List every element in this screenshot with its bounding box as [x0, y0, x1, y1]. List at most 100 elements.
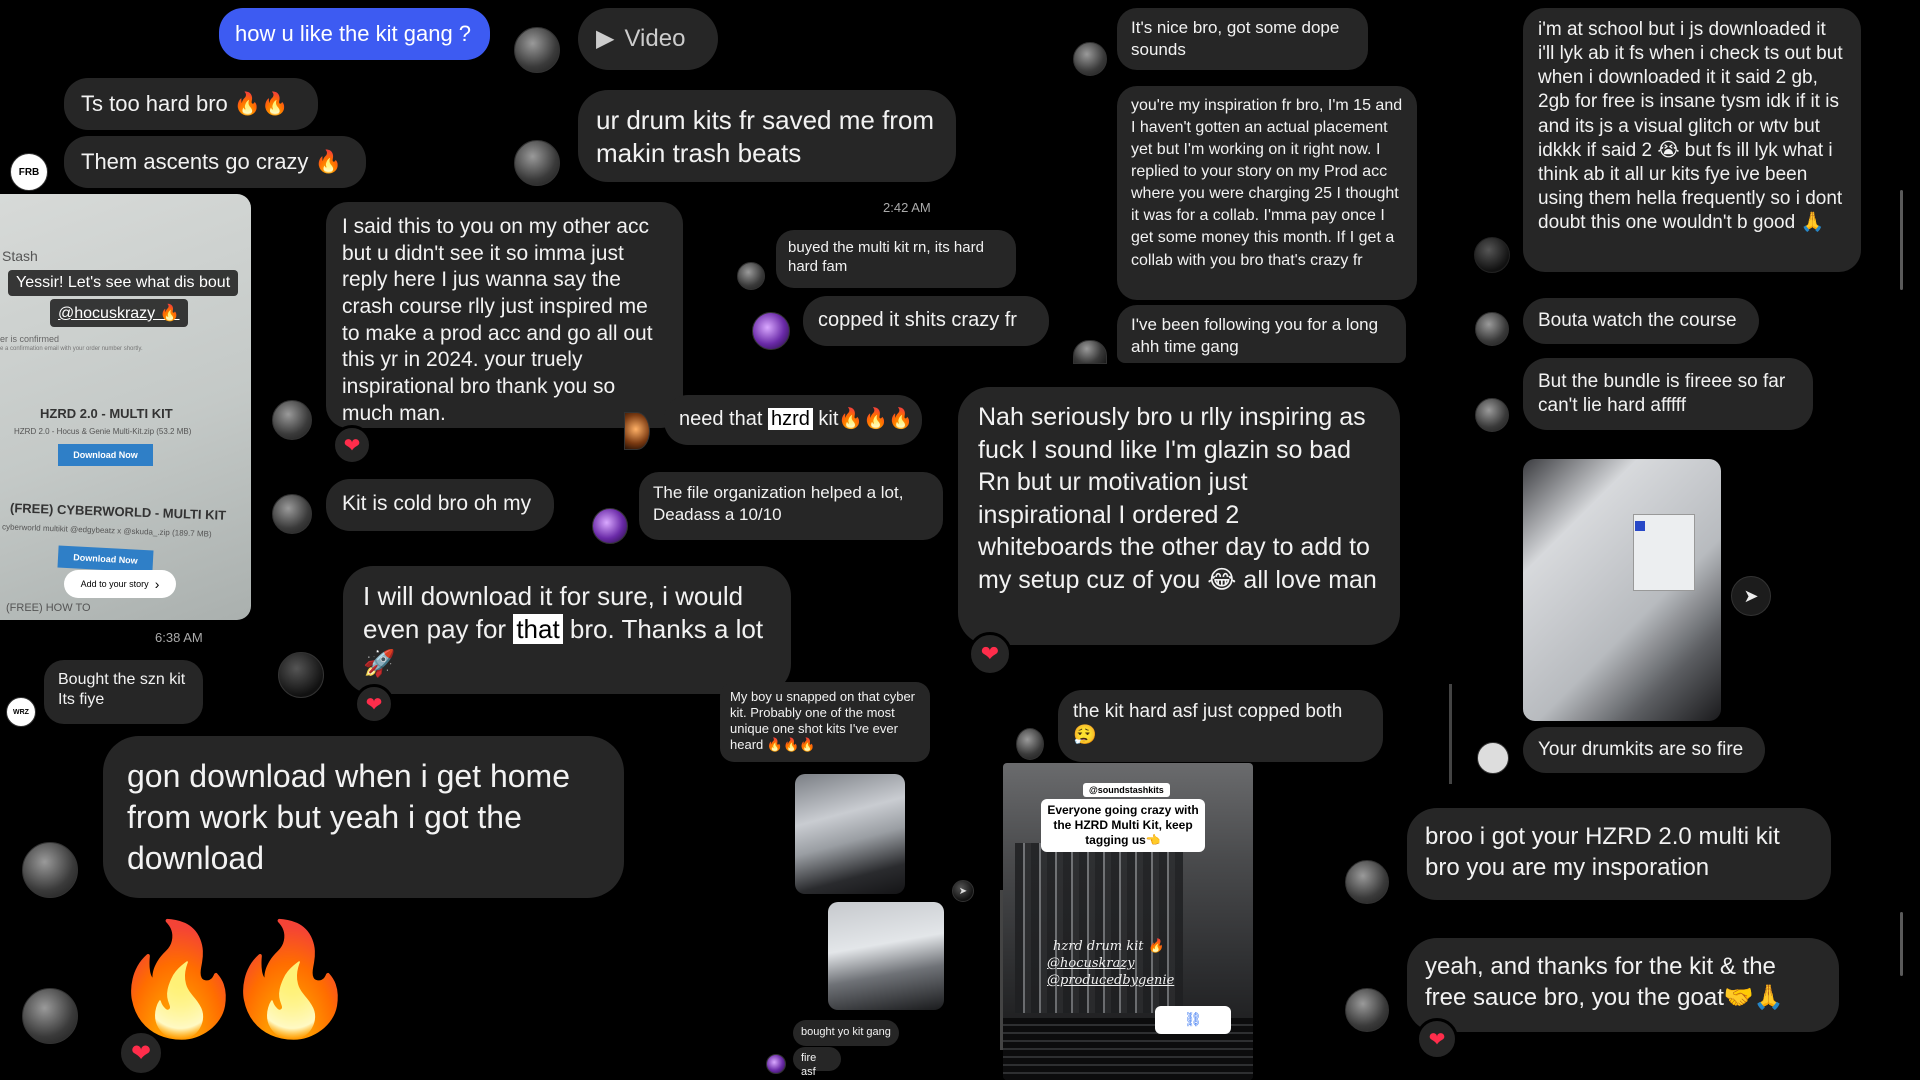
avatar	[22, 842, 78, 898]
scrollbar[interactable]	[1900, 190, 1903, 290]
story-handle: @soundstashkits	[1083, 783, 1170, 797]
avatar	[514, 140, 560, 186]
message-drum-kits: ur drum kits fr saved me from makin tras…	[578, 90, 956, 182]
screen-content	[1635, 521, 1645, 531]
message-at-school: i'm at school but i js downloaded it i'l…	[1523, 8, 1861, 272]
story-screenshot[interactable]: Stash Yessir! Let's see what dis bout @h…	[0, 194, 251, 620]
avatar	[1016, 728, 1044, 760]
message-how-u-like: how u like the kit gang ?	[219, 8, 490, 60]
story-product1-file: HZRD 2.0 - Hocus & Genie Multi-Kit.zip (…	[14, 427, 192, 436]
story-confirm-email: e a confirmation email with your order n…	[0, 346, 143, 352]
message-snapped: My boy u snapped on that cyber kit. Prob…	[720, 682, 930, 762]
avatar	[752, 312, 790, 350]
message-nah-seriously: Nah seriously bro u rlly inspiring as fu…	[958, 387, 1400, 645]
divider	[1000, 890, 1003, 1050]
story-caption: Yessir! Let's see what dis bout	[8, 270, 239, 296]
avatar: FRB	[10, 153, 48, 191]
story-line-2: @hocuskrazy	[1047, 956, 1135, 971]
story-stash-label: Stash	[2, 248, 38, 264]
message-ascents: Them ascents go crazy 🔥	[64, 136, 366, 188]
message-gon-download: gon download when i get home from work b…	[103, 736, 624, 898]
message-too-hard: Ts too hard bro 🔥🔥	[64, 78, 318, 130]
heart-reaction: ❤	[332, 425, 372, 465]
message-following: I've been following you for a long ahh t…	[1117, 305, 1406, 363]
highlighted-word: that	[513, 614, 563, 645]
avatar	[272, 494, 312, 534]
message-kit-cold: Kit is cold bro oh my	[326, 479, 554, 531]
send-icon[interactable]: ➤	[952, 880, 974, 902]
avatar	[624, 412, 650, 450]
message-szn-kit: Bought the szn kit Its fiye	[44, 660, 203, 724]
video-message[interactable]: ▶ Video	[578, 8, 718, 70]
message-copped: copped it shits crazy fr	[803, 296, 1049, 346]
story-mention: @hocuskrazy 🔥	[50, 299, 188, 327]
highlighted-word: hzrd	[767, 408, 813, 430]
heart-reaction: ❤	[968, 632, 1012, 676]
message-said-this: I said this to you on my other acc but u…	[326, 202, 683, 428]
message-fire-asf: fire asf	[793, 1047, 841, 1078]
send-icon-glyph: ➤	[958, 885, 968, 897]
story-download-button[interactable]: Download Now	[58, 444, 153, 466]
divider	[1449, 684, 1452, 784]
story-product1-title: HZRD 2.0 - MULTI KIT	[40, 406, 173, 421]
timestamp: 2:42 AM	[883, 200, 931, 215]
message-buyed: buyed the multi kit rn, its hard hard fa…	[776, 230, 1016, 288]
story-confirmed: er is confirmed	[0, 334, 60, 344]
avatar	[1474, 237, 1510, 273]
message-drumkits-fire: Your drumkits are so fire	[1523, 727, 1765, 773]
timestamp: 6:38 AM	[155, 630, 203, 645]
avatar	[766, 1054, 786, 1074]
video-label: Video	[624, 24, 686, 52]
story-line-1: hzrd drum kit 🔥	[1053, 939, 1164, 954]
avatar	[737, 262, 765, 290]
heart-reaction: ❤	[354, 684, 394, 724]
message-need-hzrd: need that hzrd kit🔥🔥🔥	[664, 395, 922, 445]
message-file-organization: The file organization helped a lot, Dead…	[639, 472, 943, 540]
story-headline: Everyone going crazy with the HZRD Multi…	[1041, 799, 1205, 852]
chevron-right-icon: ›	[154, 576, 160, 592]
send-icon[interactable]: ➤	[1731, 576, 1771, 616]
story-footer-text: (FREE) HOW TO	[6, 602, 91, 614]
avatar	[1073, 340, 1107, 364]
story-line-3: @producedbygenie	[1047, 973, 1175, 988]
heart-reaction: ❤	[1416, 1018, 1458, 1060]
fire-emoji: 🔥	[222, 918, 359, 1041]
avatar	[278, 652, 324, 698]
message-inspiration: you're my inspiration fr bro, I'm 15 and…	[1117, 86, 1417, 300]
message-bundle: But the bundle is fireee so far can't li…	[1523, 358, 1813, 430]
story-product2-file: cyberworld multikit @edgybeatz x @skuda_…	[1, 522, 212, 539]
story-download-button-2[interactable]: Download Now	[57, 545, 154, 573]
message-broo: broo i got your HZRD 2.0 multi kit bro y…	[1407, 808, 1831, 900]
link-sticker-icon[interactable]: ⛓	[1155, 1006, 1231, 1034]
message-nice-bro: It's nice bro, got some dope sounds	[1117, 8, 1368, 70]
message-text: need that	[679, 408, 768, 430]
add-to-story-button[interactable]: Add to your story ›	[64, 570, 176, 598]
message-kit-hard: the kit hard asf just copped both 😮‍💨	[1058, 690, 1383, 762]
avatar	[1345, 988, 1389, 1032]
story-product2-title: (FREE) CYBERWORLD - MULTI KIT	[9, 500, 227, 523]
message-yeah-thanks: yeah, and thanks for the kit & the free …	[1407, 938, 1839, 1032]
avatar	[1475, 398, 1509, 432]
avatar	[22, 988, 78, 1044]
avatar	[1345, 860, 1389, 904]
play-icon: ▶	[596, 24, 615, 52]
message-bouta-watch: Bouta watch the course	[1523, 298, 1759, 344]
avatar	[272, 400, 312, 440]
avatar	[1475, 312, 1509, 346]
avatar	[514, 27, 560, 73]
avatar: WRZ	[6, 697, 36, 727]
message-bought-yo-kit: bought yo kit gang	[793, 1020, 899, 1046]
message-text: kit🔥🔥🔥	[812, 408, 914, 430]
laptop-photo[interactable]	[795, 774, 905, 894]
avatar	[1073, 42, 1107, 76]
story-screenshot[interactable]: @soundstashkits Everyone going crazy wit…	[1003, 763, 1253, 1080]
laptop-photo[interactable]	[828, 902, 944, 1010]
message-download-pay: I will download it for sure, i would eve…	[343, 566, 791, 694]
avatar	[1477, 742, 1509, 774]
send-icon-glyph: ➤	[1743, 585, 1759, 606]
laptop-photo[interactable]	[1523, 459, 1721, 721]
scrollbar[interactable]	[1900, 912, 1903, 976]
add-to-story-label: Add to your story	[80, 579, 149, 589]
avatar	[592, 508, 628, 544]
heart-reaction: ❤	[118, 1030, 164, 1076]
